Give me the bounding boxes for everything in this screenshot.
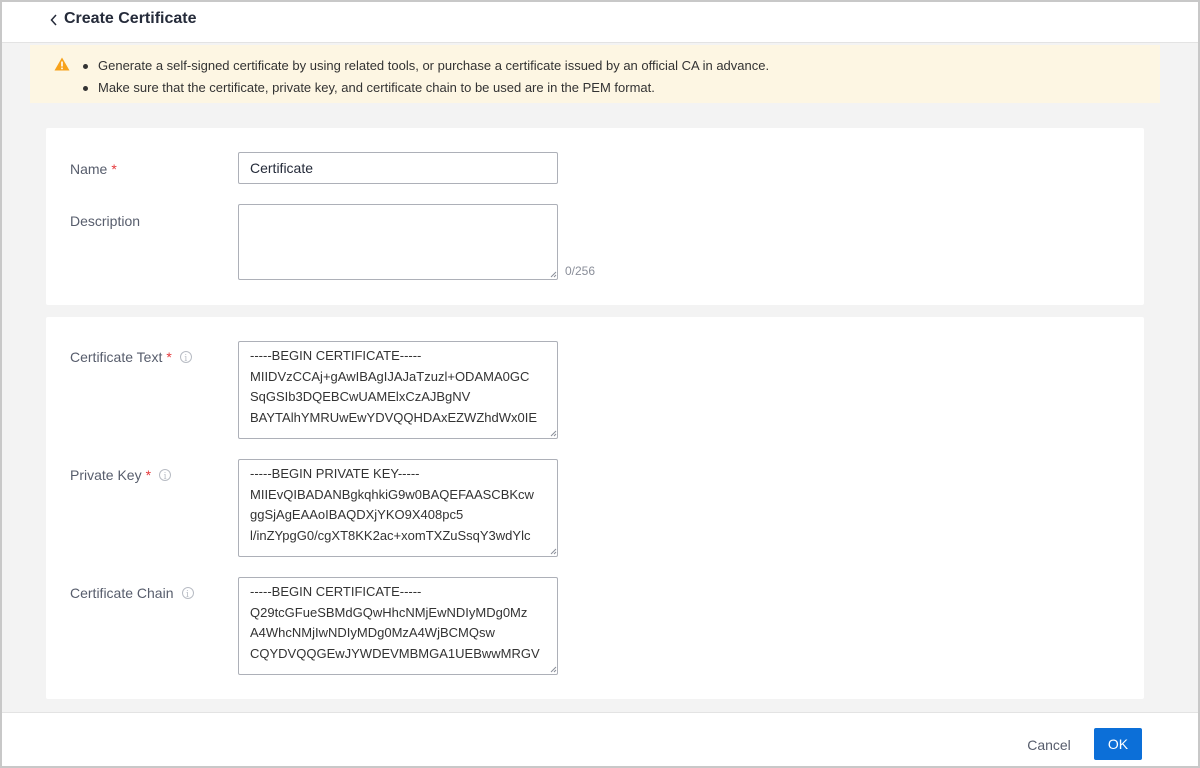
- notice-item: Make sure that the certificate, private …: [82, 77, 769, 99]
- required-mark: *: [145, 467, 152, 483]
- description-label: Description: [70, 213, 141, 229]
- resize-handle-icon[interactable]: [549, 270, 557, 278]
- content-area: Generate a self-signed certificate by us…: [2, 43, 1198, 712]
- create-certificate-window: Create Certificate Generate a self-signe…: [0, 0, 1200, 768]
- certificate-text-textarea[interactable]: -----BEGIN CERTIFICATE----- MIIDVzCCAj+g…: [238, 341, 558, 439]
- ok-button[interactable]: OK: [1094, 728, 1142, 760]
- certificate-text-label: Certificate Text *: [70, 347, 192, 369]
- page-title: Create Certificate: [64, 10, 197, 27]
- description-textarea[interactable]: [238, 204, 558, 280]
- info-icon[interactable]: [181, 585, 194, 605]
- resize-handle-icon[interactable]: [549, 429, 557, 437]
- chevron-left-icon[interactable]: [46, 11, 62, 29]
- notice-item: Generate a self-signed certificate by us…: [82, 55, 769, 77]
- notice-list: Generate a self-signed certificate by us…: [82, 55, 769, 99]
- certificate-chain-textarea[interactable]: -----BEGIN CERTIFICATE----- Q29tcGFueSBM…: [238, 577, 558, 675]
- dialog-footer: Cancel OK: [2, 712, 1198, 766]
- certificate-chain-label: Certificate Chain: [70, 583, 194, 605]
- page-header: Create Certificate: [2, 2, 1198, 43]
- basic-info-card: Name * Certificate Description 0/256: [46, 128, 1144, 305]
- private-key-textarea[interactable]: -----BEGIN PRIVATE KEY----- MIIEvQIBADAN…: [238, 459, 558, 557]
- required-mark: *: [166, 349, 172, 365]
- resize-handle-icon[interactable]: [549, 665, 557, 673]
- info-icon[interactable]: [159, 467, 172, 487]
- character-counter: 0/256: [565, 264, 596, 278]
- certificate-card: Certificate Text* -----BEGIN CERTIFICATE…: [46, 317, 1144, 699]
- name-label: Name *: [70, 161, 117, 177]
- private-key-label: Private Key *: [70, 465, 172, 487]
- info-icon[interactable]: [179, 349, 192, 369]
- required-mark: *: [111, 161, 117, 177]
- notice-banner: Generate a self-signed certificate by us…: [30, 45, 1160, 103]
- name-input[interactable]: Certificate: [238, 152, 558, 184]
- cancel-button[interactable]: Cancel: [1018, 729, 1080, 761]
- resize-handle-icon[interactable]: [549, 547, 557, 555]
- warning-icon: [54, 57, 70, 71]
